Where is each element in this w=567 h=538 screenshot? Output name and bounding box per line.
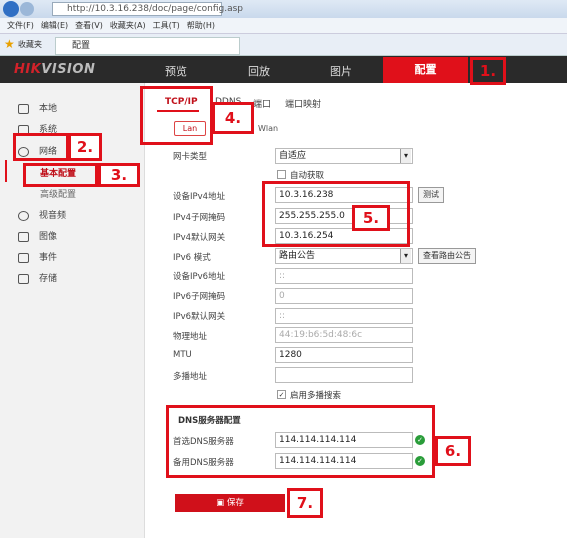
step-7: 7. xyxy=(287,488,323,518)
star-icon: ★ xyxy=(4,37,15,51)
nic-type-label: 网卡类型 xyxy=(173,152,208,162)
highlight-network xyxy=(13,133,69,161)
storage-icon xyxy=(18,273,29,284)
nav-playback[interactable]: 回放 xyxy=(248,63,270,79)
multicast-search-checkbox[interactable]: ✓ xyxy=(277,390,286,399)
menu-favorites[interactable]: 收藏夹(A) xyxy=(110,21,146,30)
auto-checkbox[interactable] xyxy=(277,170,286,179)
highlight-dns xyxy=(166,405,435,478)
nav-preview[interactable]: 预览 xyxy=(165,63,187,79)
auto-label: 自动获取 xyxy=(290,171,325,181)
sidebar-item-image[interactable]: 图像 xyxy=(18,229,57,242)
multicast-search-label: 启用多播搜索 xyxy=(290,391,342,401)
menu-file[interactable]: 文件(F) xyxy=(7,21,34,30)
tab-port[interactable]: 端口 xyxy=(253,97,271,110)
save-label: 保存 xyxy=(226,498,244,508)
sidebar-item-advanced-config[interactable]: 高级配置 xyxy=(40,187,76,200)
save-button[interactable]: ▣ 保存 xyxy=(175,494,285,512)
ipv6-gateway-label: IPv6默认网关 xyxy=(173,312,226,322)
menu-edit[interactable]: 编辑(E) xyxy=(41,21,68,30)
sidebar-item-event[interactable]: 事件 xyxy=(18,250,57,263)
active-indicator xyxy=(5,160,7,182)
ipv6-mask-label: IPv6子网掩码 xyxy=(173,292,226,302)
menu-tools[interactable]: 工具(T) xyxy=(153,21,180,30)
mac-input[interactable]: 44:19:b6:5d:48:6c xyxy=(275,327,413,343)
menu-help[interactable]: 帮助(H) xyxy=(187,21,215,30)
test-button[interactable]: 测试 xyxy=(418,187,444,203)
monitor-icon xyxy=(18,103,29,114)
multicast-label: 多播地址 xyxy=(173,372,208,382)
nav-picture[interactable]: 图片 xyxy=(330,63,352,79)
ipv6-mask-input[interactable]: 0 xyxy=(275,288,413,304)
menu-view[interactable]: 查看(V) xyxy=(75,21,103,30)
nic-type-select[interactable]: 自适应 xyxy=(275,148,413,164)
step-5: 5. xyxy=(352,205,390,231)
save-icon: ▣ xyxy=(216,498,227,508)
highlight-tcpip xyxy=(140,86,213,145)
step-1: 1. xyxy=(470,57,506,85)
view-route-button[interactable]: 查看路由公告 xyxy=(418,248,476,264)
multicast-input[interactable] xyxy=(275,367,413,383)
highlight-basic-config xyxy=(23,163,98,187)
hikvision-logo: HIKVISION xyxy=(14,62,96,77)
sidebar-item-video-audio[interactable]: 视音频 xyxy=(18,208,66,221)
step-6: 6. xyxy=(435,436,471,466)
mtu-input[interactable]: 1280 xyxy=(275,347,413,363)
mac-label: 物理地址 xyxy=(173,332,208,342)
nav-config-label: 配置 xyxy=(414,63,437,76)
mtu-label: MTU xyxy=(173,350,192,360)
mask-label: IPv4子网掩码 xyxy=(173,213,226,223)
step-4: 4. xyxy=(212,102,254,134)
ipv6-mode-label: IPv6 模式 xyxy=(173,253,211,263)
url-input[interactable]: http://10.3.16.238/doc/page/config.asp xyxy=(52,2,243,16)
camera-icon xyxy=(18,210,29,221)
step-2: 2. xyxy=(68,133,102,161)
menu-bar: 文件(F) 编辑(E) 查看(V) 收藏夹(A) 工具(T) 帮助(H) xyxy=(0,18,567,34)
tab-port-mapping[interactable]: 端口映射 xyxy=(285,97,321,110)
ipv6-gateway-input[interactable]: :: xyxy=(275,308,413,324)
ipv6-input[interactable]: :: xyxy=(275,268,413,284)
address-bar-area: http://10.3.16.238/doc/page/config.asp xyxy=(0,0,567,18)
calendar-icon xyxy=(18,252,29,263)
browser-tab[interactable]: 配置 xyxy=(55,37,240,55)
back-button[interactable] xyxy=(3,1,19,17)
favorites-button[interactable]: 收藏夹 xyxy=(18,39,42,50)
sidebar-item-local[interactable]: 本地 xyxy=(18,101,57,114)
ipv6-mode-select[interactable]: 路由公告 xyxy=(275,248,413,264)
image-icon xyxy=(18,231,29,242)
sidebar-item-storage[interactable]: 存储 xyxy=(18,271,57,284)
gateway-label: IPv4默认网关 xyxy=(173,233,226,243)
nav-config[interactable]: 配置 xyxy=(383,57,468,83)
subtab-wlan[interactable]: Wlan xyxy=(258,124,278,133)
forward-button[interactable] xyxy=(20,2,34,16)
ipv4-label: 设备IPv4地址 xyxy=(173,192,226,202)
step-3: 3. xyxy=(98,163,140,187)
ipv6-label: 设备IPv6地址 xyxy=(173,272,226,282)
